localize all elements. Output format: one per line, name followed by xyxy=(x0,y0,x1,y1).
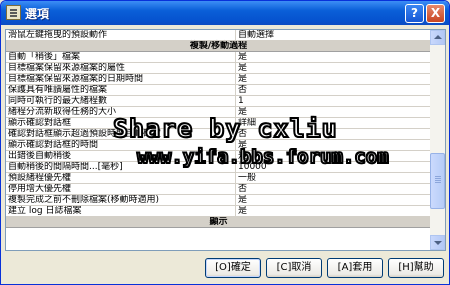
option-key: 同時可執行的最大緒程數 xyxy=(8,96,108,106)
column-divider xyxy=(235,195,236,205)
cancel-button[interactable]: [C]取消 xyxy=(266,258,322,278)
option-row[interactable]: 確認對話框顯示超過預設時間自動確定 否 xyxy=(6,129,431,140)
column-divider xyxy=(235,173,236,183)
option-row[interactable]: 出錯後自動稍後 是 xyxy=(6,151,431,162)
column-divider xyxy=(235,63,236,73)
option-value[interactable]: 是 xyxy=(238,74,428,84)
option-key: 緒程分流新取得任務的大小 xyxy=(8,107,117,117)
window-title: 選項 xyxy=(25,7,50,21)
option-value[interactable]: 否 xyxy=(238,129,428,139)
arrow-down-icon xyxy=(434,241,442,245)
scroll-thumb[interactable] xyxy=(430,153,445,209)
option-value[interactable]: 是 xyxy=(238,63,428,73)
option-row[interactable]: 預設緒程優先權 一般 xyxy=(6,173,431,184)
option-value[interactable]: 自動選擇 xyxy=(238,30,428,40)
column-divider xyxy=(235,206,236,216)
option-row[interactable]: 顯示確認對話框的時間 是 xyxy=(6,140,431,151)
arrow-up-icon xyxy=(434,35,442,39)
column-divider xyxy=(235,107,236,117)
app-icon xyxy=(6,5,21,20)
option-value[interactable]: 否 xyxy=(238,184,428,194)
option-key: 滑鼠左鍵拖曳的預設動作 xyxy=(8,30,108,40)
column-divider xyxy=(235,184,236,194)
scroll-down-button[interactable] xyxy=(430,235,445,250)
option-row[interactable]: 建立 log 日誌檔案 是 xyxy=(6,206,431,217)
help-button[interactable]: [H]幫助 xyxy=(388,258,444,278)
option-value[interactable]: 是 xyxy=(238,52,428,62)
option-row-drag-action[interactable]: 滑鼠左鍵拖曳的預設動作 自動選擇 xyxy=(6,30,431,41)
column-divider xyxy=(235,96,236,106)
option-key: 出錯後自動稍後 xyxy=(8,151,72,161)
scroll-up-button[interactable] xyxy=(430,30,445,45)
option-row[interactable]: 同時可執行的最大緒程數 1 xyxy=(6,96,431,107)
option-value[interactable]: 是 xyxy=(238,151,428,161)
options-rows: 滑鼠左鍵拖曳的預設動作 自動選擇 複製/移動過程 自動「稍後」檔案是 目標檔案保… xyxy=(6,30,431,228)
option-row[interactable]: 保護具有唯讀屬性的檔案 否 xyxy=(6,85,431,96)
option-value[interactable]: 是 xyxy=(238,195,428,205)
options-list: 滑鼠左鍵拖曳的預設動作 自動選擇 複製/移動過程 自動「稍後」檔案是 目標檔案保… xyxy=(5,29,446,251)
section-header-display[interactable]: 顯示 xyxy=(6,217,431,228)
option-row[interactable]: 自動「稍後」檔案 是 xyxy=(6,52,431,63)
option-key: 顯示確認對話框的時間 xyxy=(8,140,99,150)
option-row[interactable]: 目標檔案保留來源檔案的日期時間 是 xyxy=(6,74,431,85)
option-key: 目標檔案保留來源檔案的屬性 xyxy=(8,63,126,73)
option-key: 顯示確認對話框 xyxy=(8,118,72,128)
option-key: 目標檔案保留來源檔案的日期時間 xyxy=(8,74,144,84)
apply-button[interactable]: [A]套用 xyxy=(327,258,383,278)
option-value[interactable]: 是 xyxy=(238,107,428,117)
section-header-copy-move[interactable]: 複製/移動過程 xyxy=(6,41,431,52)
option-key: 建立 log 日誌檔案 xyxy=(8,206,82,216)
ok-button[interactable]: [O]確定 xyxy=(205,258,261,278)
column-divider xyxy=(235,52,236,62)
column-divider xyxy=(235,129,236,139)
option-key: 複製完成之前不刪除檔案(移動時適用) xyxy=(8,195,160,205)
option-row[interactable]: 自動稍後的間隔時間...[毫秒] 10000 xyxy=(6,162,431,173)
option-row[interactable]: 緒程分流新取得任務的大小 是 xyxy=(6,107,431,118)
option-value[interactable]: 否 xyxy=(238,85,428,95)
column-divider xyxy=(235,162,236,172)
option-value[interactable]: 一般 xyxy=(238,173,428,183)
column-divider xyxy=(235,118,236,128)
option-key: 預設緒程優先權 xyxy=(8,173,72,183)
option-key: 自動「稍後」檔案 xyxy=(8,52,81,62)
option-row[interactable]: 停用增大優先權 否 xyxy=(6,184,431,195)
option-value[interactable]: 是 xyxy=(238,140,428,150)
close-button[interactable]: X xyxy=(426,4,445,23)
column-divider xyxy=(235,30,236,40)
options-dialog: 選項 ? X 滑鼠左鍵拖曳的預設動作 自動選擇 複製/移動過程 自動「稍後」檔案… xyxy=(0,0,450,285)
option-key: 停用增大優先權 xyxy=(8,184,72,194)
column-divider xyxy=(235,85,236,95)
option-key: 確認對話框顯示超過預設時間自動確定 xyxy=(8,129,162,139)
option-row[interactable]: 複製完成之前不刪除檔案(移動時適用) 是 xyxy=(6,195,431,206)
title-bar[interactable]: 選項 ? X xyxy=(1,1,449,25)
help-title-button[interactable]: ? xyxy=(405,4,424,23)
option-row[interactable]: 顯示確認對話框 詳細 xyxy=(6,118,431,129)
option-value[interactable]: 10000 xyxy=(238,162,428,172)
option-key: 自動稍後的間隔時間...[毫秒] xyxy=(8,162,123,172)
option-value[interactable]: 1 xyxy=(238,96,428,106)
option-value[interactable]: 是 xyxy=(238,206,428,216)
vertical-scrollbar[interactable] xyxy=(430,30,445,250)
column-divider xyxy=(235,151,236,161)
option-row[interactable]: 目標檔案保留來源檔案的屬性 是 xyxy=(6,63,431,74)
option-value[interactable]: 詳細 xyxy=(238,118,428,128)
column-divider xyxy=(235,140,236,150)
column-divider xyxy=(235,74,236,84)
option-key: 保護具有唯讀屬性的檔案 xyxy=(8,85,108,95)
